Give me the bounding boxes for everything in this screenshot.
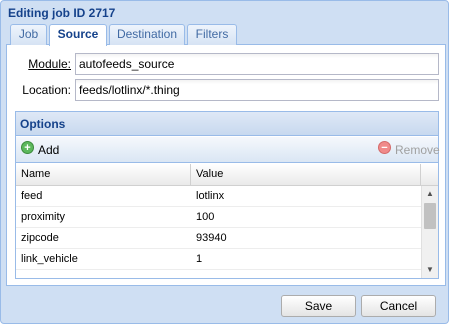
column-header-name[interactable]: Name bbox=[16, 164, 191, 185]
source-panel: Module: autofeeds_source Location: feeds… bbox=[6, 45, 446, 286]
remove-button[interactable]: − Remove bbox=[376, 137, 440, 163]
tab-source[interactable]: Source bbox=[49, 24, 107, 46]
options-grid-header: Name Value bbox=[16, 164, 438, 186]
cell-name: zipcode bbox=[21, 232, 59, 244]
remove-label: Remove bbox=[395, 143, 440, 157]
save-button[interactable]: Save bbox=[281, 295, 356, 317]
add-label: Add bbox=[38, 143, 60, 157]
cell-value: 1 bbox=[196, 253, 203, 265]
tab-bar: Job Source Destination Filters bbox=[6, 22, 446, 46]
module-label: Module: bbox=[28, 57, 71, 71]
plus-circle-icon: + bbox=[21, 141, 34, 154]
scroll-down-arrow-icon[interactable]: ▼ bbox=[426, 266, 434, 274]
cell-value: 100 bbox=[196, 211, 215, 223]
options-fieldset: Options + Add − Remove Name Value feed l… bbox=[15, 111, 440, 279]
table-row[interactable]: zipcode 93940 bbox=[16, 228, 421, 249]
options-header: Options bbox=[16, 112, 438, 136]
cell-value: 93940 bbox=[196, 232, 227, 244]
tab-destination[interactable]: Destination bbox=[109, 24, 185, 45]
edit-job-window: Editing job ID 2717 Job Source Destinati… bbox=[0, 0, 449, 324]
grid-scrollbar[interactable]: ▲ ▼ bbox=[421, 186, 438, 278]
minus-circle-icon: − bbox=[378, 141, 391, 154]
cell-name: link_vehicle bbox=[21, 253, 78, 265]
scrollbar-thumb[interactable] bbox=[424, 203, 436, 229]
tab-job[interactable]: Job bbox=[10, 24, 47, 45]
window-title: Editing job ID 2717 bbox=[8, 6, 116, 20]
cell-value: lotlinx bbox=[196, 190, 225, 202]
add-button[interactable]: + Add bbox=[19, 137, 63, 163]
table-row[interactable]: feed lotlinx bbox=[16, 186, 421, 207]
scroll-up-arrow-icon[interactable]: ▲ bbox=[426, 190, 434, 198]
table-row[interactable]: link_vehicle 1 bbox=[16, 249, 421, 270]
location-field[interactable]: feeds/lotlinx/*.thing bbox=[75, 79, 439, 101]
module-field[interactable]: autofeeds_source bbox=[75, 53, 439, 75]
cell-name: proximity bbox=[21, 211, 66, 223]
options-grid-body: feed lotlinx proximity 100 zipcode 93940… bbox=[16, 186, 438, 278]
cancel-button[interactable]: Cancel bbox=[361, 295, 436, 317]
cell-name: feed bbox=[21, 190, 43, 202]
options-toolbar: + Add − Remove bbox=[16, 137, 440, 163]
table-row[interactable]: proximity 100 bbox=[16, 207, 421, 228]
location-label: Location: bbox=[22, 83, 71, 97]
column-header-value[interactable]: Value bbox=[191, 164, 421, 185]
tab-filters[interactable]: Filters bbox=[187, 24, 237, 45]
